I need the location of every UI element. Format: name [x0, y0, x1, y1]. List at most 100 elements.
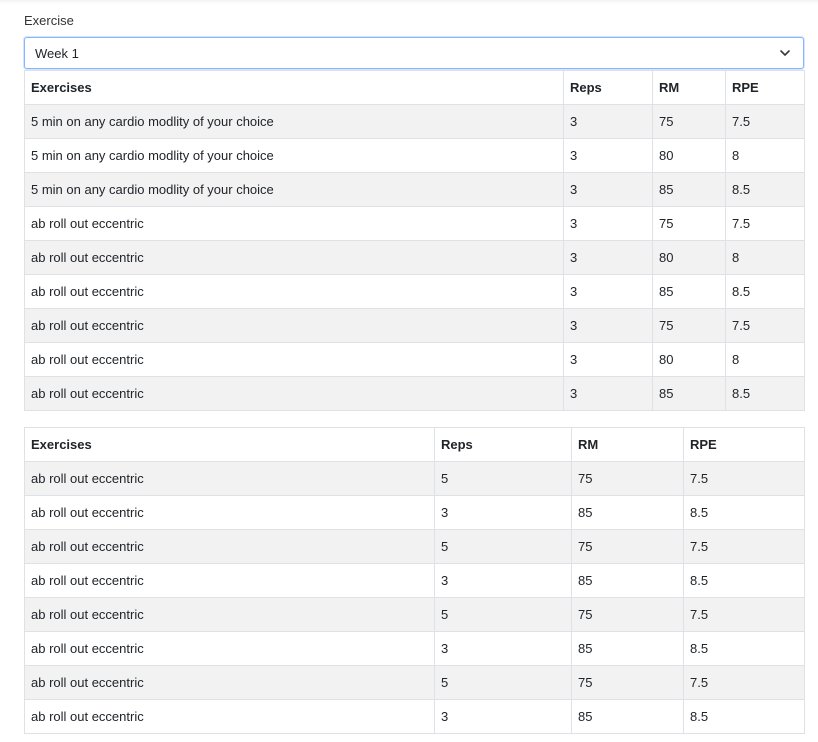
exercise-cell: ab roll out eccentric	[24, 563, 435, 598]
rpe-cell: 7.5	[683, 461, 805, 496]
exercise-table-2: Exercises Reps RM RPE ab roll out eccent…	[24, 427, 805, 734]
table-row: ab roll out eccentric 5 75 7.5	[24, 597, 805, 632]
table-row: ab roll out eccentric 5 75 7.5	[24, 461, 805, 496]
reps-cell: 3	[434, 563, 572, 598]
reps-cell: 5	[434, 665, 572, 700]
reps-cell: 5	[434, 461, 572, 496]
exercise-cell: ab roll out eccentric	[24, 597, 435, 632]
rpe-cell: 7.5	[725, 104, 805, 139]
table-row: ab roll out eccentric 3 85 8.5	[24, 699, 805, 734]
rpe-cell: 8.5	[683, 563, 805, 598]
exercise-cell: ab roll out eccentric	[24, 274, 564, 309]
rm-cell: 80	[652, 342, 726, 377]
week-select[interactable]: Week 1	[24, 37, 804, 69]
exercise-cell: 5 min on any cardio modlity of your choi…	[24, 138, 564, 173]
table-row: ab roll out eccentric 3 85 8.5	[24, 495, 805, 530]
rpe-cell: 8.5	[725, 376, 805, 411]
column-header-rpe: RPE	[683, 427, 805, 462]
reps-cell: 5	[434, 529, 572, 564]
exercise-cell: 5 min on any cardio modlity of your choi…	[24, 104, 564, 139]
rm-cell: 75	[571, 597, 684, 632]
table-header-row: Exercises Reps RM RPE	[24, 427, 805, 462]
column-header-exercises: Exercises	[24, 427, 435, 462]
rm-cell: 75	[571, 665, 684, 700]
rpe-cell: 8.5	[683, 495, 805, 530]
rpe-cell: 8	[725, 240, 805, 275]
rpe-cell: 8	[725, 342, 805, 377]
rpe-cell: 8	[725, 138, 805, 173]
rpe-cell: 8.5	[683, 631, 805, 666]
rm-cell: 75	[571, 529, 684, 564]
reps-cell: 3	[563, 240, 653, 275]
rpe-cell: 8.5	[683, 699, 805, 734]
rm-cell: 85	[571, 631, 684, 666]
exercise-cell: ab roll out eccentric	[24, 376, 564, 411]
table-row: ab roll out eccentric 3 85 8.5	[24, 631, 805, 666]
exercise-cell: ab roll out eccentric	[24, 699, 435, 734]
reps-cell: 3	[563, 172, 653, 207]
table-row: 5 min on any cardio modlity of your choi…	[24, 172, 805, 207]
reps-cell: 3	[563, 104, 653, 139]
rpe-cell: 7.5	[725, 206, 805, 241]
rm-cell: 85	[652, 376, 726, 411]
table-row: 5 min on any cardio modlity of your choi…	[24, 104, 805, 139]
table-row: ab roll out eccentric 5 75 7.5	[24, 529, 805, 564]
column-header-rm: RM	[571, 427, 684, 462]
rm-cell: 85	[571, 563, 684, 598]
column-header-reps: Reps	[434, 427, 572, 462]
exercise-cell: ab roll out eccentric	[24, 665, 435, 700]
reps-cell: 3	[563, 274, 653, 309]
rm-cell: 85	[571, 495, 684, 530]
table-row: ab roll out eccentric 3 85 8.5	[24, 274, 805, 309]
rpe-cell: 8.5	[725, 274, 805, 309]
table-row: ab roll out eccentric 3 85 8.5	[24, 376, 805, 411]
column-header-rm: RM	[652, 70, 726, 105]
exercise-cell: 5 min on any cardio modlity of your choi…	[24, 172, 564, 207]
rm-cell: 75	[652, 308, 726, 343]
reps-cell: 3	[563, 206, 653, 241]
reps-cell: 3	[563, 138, 653, 173]
chevron-down-icon	[780, 50, 790, 56]
table-row: 5 min on any cardio modlity of your choi…	[24, 138, 805, 173]
rpe-cell: 8.5	[725, 172, 805, 207]
week-select-value: Week 1	[35, 46, 79, 61]
exercise-cell: ab roll out eccentric	[24, 342, 564, 377]
reps-cell: 3	[563, 308, 653, 343]
column-header-reps: Reps	[563, 70, 653, 105]
column-header-exercises: Exercises	[24, 70, 564, 105]
reps-cell: 3	[434, 631, 572, 666]
table-row: ab roll out eccentric 3 85 8.5	[24, 563, 805, 598]
exercise-cell: ab roll out eccentric	[24, 240, 564, 275]
reps-cell: 3	[563, 342, 653, 377]
column-header-rpe: RPE	[725, 70, 805, 105]
table-row: ab roll out eccentric 3 75 7.5	[24, 308, 805, 343]
top-edge	[0, 0, 818, 4]
table-row: ab roll out eccentric 5 75 7.5	[24, 665, 805, 700]
rm-cell: 75	[652, 104, 726, 139]
rm-cell: 75	[652, 206, 726, 241]
exercise-cell: ab roll out eccentric	[24, 308, 564, 343]
rm-cell: 80	[652, 138, 726, 173]
exercise-table-1: Exercises Reps RM RPE 5 min on any cardi…	[24, 70, 805, 411]
exercise-label: Exercise	[24, 13, 74, 28]
table-row: ab roll out eccentric 3 75 7.5	[24, 206, 805, 241]
exercise-cell: ab roll out eccentric	[24, 206, 564, 241]
exercise-cell: ab roll out eccentric	[24, 529, 435, 564]
reps-cell: 3	[563, 376, 653, 411]
reps-cell: 3	[434, 699, 572, 734]
exercise-cell: ab roll out eccentric	[24, 495, 435, 530]
table-header-row: Exercises Reps RM RPE	[24, 70, 805, 105]
rm-cell: 85	[571, 699, 684, 734]
rpe-cell: 7.5	[683, 597, 805, 632]
rm-cell: 85	[652, 172, 726, 207]
reps-cell: 5	[434, 597, 572, 632]
rm-cell: 80	[652, 240, 726, 275]
exercise-cell: ab roll out eccentric	[24, 461, 435, 496]
rm-cell: 75	[571, 461, 684, 496]
table-row: ab roll out eccentric 3 80 8	[24, 342, 805, 377]
rpe-cell: 7.5	[683, 529, 805, 564]
rm-cell: 85	[652, 274, 726, 309]
reps-cell: 3	[434, 495, 572, 530]
table-row: ab roll out eccentric 3 80 8	[24, 240, 805, 275]
rpe-cell: 7.5	[683, 665, 805, 700]
